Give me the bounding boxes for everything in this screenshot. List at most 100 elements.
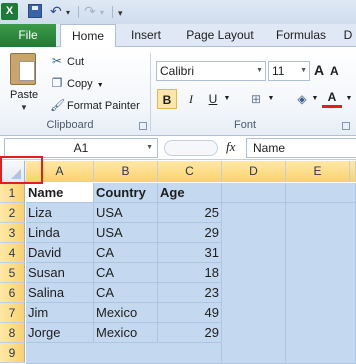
table-cell[interactable]: CA (94, 283, 158, 303)
copy-icon: ❐ (51, 76, 63, 90)
table-cell[interactable]: Mexico (94, 323, 158, 343)
table-cell[interactable]: Liza (26, 203, 94, 223)
table-cell[interactable]: USA (94, 203, 158, 223)
font-dialog-launcher-icon[interactable] (342, 122, 350, 130)
italic-button[interactable]: I (181, 89, 201, 109)
column-header-d[interactable]: D (222, 161, 286, 182)
row-header[interactable]: 1 (0, 183, 25, 203)
cut-button[interactable]: ✂ Cut (50, 52, 84, 70)
cell-c1[interactable]: Age (158, 183, 222, 203)
table-cell[interactable]: David (26, 243, 94, 263)
column-header-a[interactable]: A (26, 161, 94, 182)
table-cell[interactable]: Jim (26, 303, 94, 323)
grow-font-button[interactable]: A (314, 62, 324, 78)
row-header[interactable]: 9 (0, 343, 25, 363)
font-size-value: 11 (272, 64, 285, 78)
undo-dropdown-icon[interactable]: ▾ (66, 4, 70, 22)
customize-toolbar-icon[interactable]: ▾ (118, 4, 123, 22)
paste-icon[interactable] (10, 53, 36, 85)
bold-button[interactable]: B (157, 89, 177, 109)
font-color-button[interactable]: A (322, 89, 342, 108)
worksheet-grid: A B C D E 1 2 3 4 5 6 7 8 9 Name Country… (0, 156, 356, 364)
empty-row-9[interactable] (26, 343, 222, 364)
shrink-font-button[interactable]: A (330, 64, 339, 78)
table-cell[interactable]: 31 (158, 243, 222, 263)
paintbrush-icon: 🖌 (50, 98, 66, 112)
table-cell[interactable]: Mexico (94, 303, 158, 323)
cell-a1[interactable]: Name (26, 183, 94, 203)
toolbar-divider (78, 6, 79, 18)
table-cell[interactable]: CA (94, 263, 158, 283)
group-divider (150, 53, 151, 131)
row-header[interactable]: 8 (0, 323, 25, 343)
redo-dropdown-icon[interactable]: ▾ (100, 4, 104, 22)
borders-icon[interactable]: ⊞ (246, 89, 266, 109)
copy-label: Copy (67, 78, 93, 90)
excel-logo-icon[interactable]: X (1, 3, 18, 20)
underline-button[interactable]: U (203, 89, 223, 109)
underline-dropdown-icon[interactable]: ▼ (222, 89, 232, 109)
row-header[interactable]: 7 (0, 303, 25, 323)
column-header-b[interactable]: B (94, 161, 158, 182)
insert-function-icon[interactable]: fx (226, 139, 235, 155)
column-header-c[interactable]: C (158, 161, 222, 182)
chevron-down-icon: ▼ (146, 144, 153, 151)
undo-icon[interactable]: ↶ (50, 2, 62, 20)
table-cell[interactable]: Linda (26, 223, 94, 243)
cell-d1[interactable] (222, 183, 286, 203)
cell-area[interactable]: Name Country Age Liza USA 25 Linda USA 2… (26, 183, 356, 364)
ribbon-tabs: File Home Insert Page Layout Formulas D (0, 24, 356, 48)
tab-data[interactable]: D (340, 24, 356, 47)
cell-e1[interactable] (286, 183, 356, 203)
row-header[interactable]: 6 (0, 283, 25, 303)
borders-dropdown-icon[interactable]: ▼ (266, 89, 276, 109)
tab-home[interactable]: Home (60, 24, 116, 48)
formula-input[interactable]: Name (246, 138, 356, 158)
row-header[interactable]: 4 (0, 243, 25, 263)
table-cell[interactable]: 25 (158, 203, 222, 223)
table-cell[interactable]: Susan (26, 263, 94, 283)
copy-button[interactable]: ❐ Copy ▼ (50, 74, 104, 92)
table-cell[interactable]: Jorge (26, 323, 94, 343)
empty-cells-e[interactable] (286, 203, 356, 364)
font-size-select[interactable]: 11 ▼ (268, 61, 310, 81)
table-cell[interactable]: 49 (158, 303, 222, 323)
column-header-e[interactable]: E (286, 161, 350, 182)
row-header[interactable]: 5 (0, 263, 25, 283)
table-cell[interactable]: CA (94, 243, 158, 263)
table-cell[interactable]: 29 (158, 323, 222, 343)
table-cell[interactable]: 29 (158, 223, 222, 243)
chevron-down-icon: ▼ (300, 67, 307, 74)
cell-b1[interactable]: Country (94, 183, 158, 203)
tab-insert[interactable]: Insert (122, 24, 170, 47)
tab-page-layout[interactable]: Page Layout (180, 24, 260, 47)
table-cell[interactable]: Salina (26, 283, 94, 303)
row-header[interactable]: 3 (0, 223, 25, 243)
table-cell[interactable]: USA (94, 223, 158, 243)
paste-button[interactable]: Paste (10, 89, 38, 101)
ribbon: Paste ▼ ✂ Cut ❐ Copy ▼ 🖌 Format Painter Clip… (0, 47, 356, 136)
tab-file[interactable]: File (0, 24, 56, 47)
font-color-dropdown-icon[interactable]: ▼ (344, 89, 354, 109)
font-name-select[interactable]: Calibri ▼ (156, 61, 266, 81)
chevron-down-icon: ▼ (256, 67, 263, 74)
name-box[interactable]: A1 ▼ (4, 138, 158, 158)
table-cell[interactable]: 18 (158, 263, 222, 283)
formula-bar: A1 ▼ fx Name (0, 136, 356, 160)
select-all-button[interactable] (0, 161, 25, 182)
paste-dropdown-icon[interactable]: ▼ (20, 103, 28, 112)
tab-formulas[interactable]: Formulas (270, 24, 332, 47)
clipboard-dialog-launcher-icon[interactable] (139, 122, 147, 130)
empty-cells-d[interactable] (222, 203, 286, 364)
row-header[interactable]: 2 (0, 203, 25, 223)
table-cell[interactable]: 23 (158, 283, 222, 303)
formula-bar-resize-handle[interactable] (164, 140, 218, 156)
column-header-f[interactable] (350, 161, 356, 182)
copy-dropdown-icon[interactable]: ▼ (97, 82, 104, 89)
name-box-value: A1 (73, 141, 89, 155)
redo-icon[interactable]: ↷ (84, 2, 96, 20)
save-icon[interactable] (28, 4, 42, 18)
fill-color-icon[interactable]: ◈ (292, 89, 312, 109)
format-painter-button[interactable]: 🖌 Format Painter (50, 96, 140, 114)
fill-color-dropdown-icon[interactable]: ▼ (310, 89, 320, 109)
